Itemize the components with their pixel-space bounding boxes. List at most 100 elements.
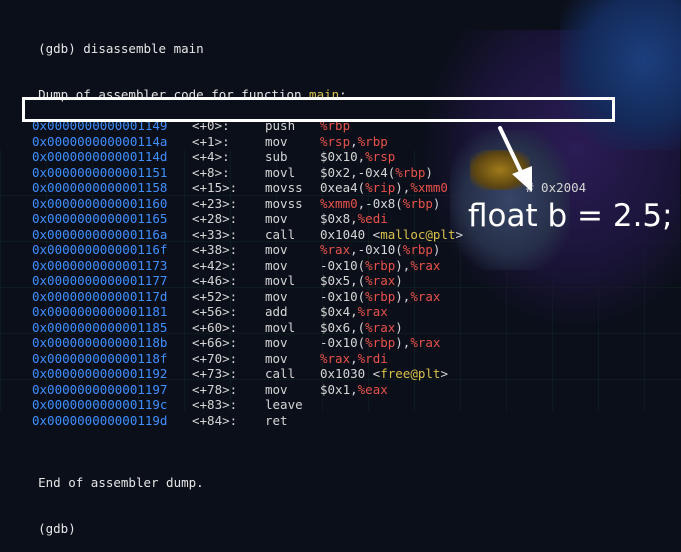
operand-text: $0x4, [320, 304, 358, 319]
gdb-terminal[interactable]: (gdb) disassemble main Dump of assembler… [8, 0, 681, 537]
operand-text: ,-0x10( [350, 242, 403, 257]
instruction-address: 0x0000000000001177 [32, 273, 168, 288]
register-operand: %rbp [365, 335, 396, 350]
operand-text: -0x10( [320, 335, 366, 350]
instruction-row: 0x000000000000119d <+84>: ret [8, 413, 681, 429]
instruction-mnemonic: call [265, 226, 296, 242]
instruction-mnemonic: movss [265, 195, 303, 211]
instruction-address: 0x000000000000119d [32, 412, 168, 428]
instruction-offset: <+33>: [192, 226, 238, 242]
register-operand: %xmm0 [320, 195, 358, 211]
instruction-operands: 0xea4(%rip),%xmm0 [320, 180, 448, 196]
instruction-address: 0x0000000000001158 [32, 180, 168, 195]
operand-text: ) [425, 164, 433, 180]
instruction-row: 0x0000000000001197 <+78>: mov $0x1,%eax [8, 382, 681, 398]
operand-text: , [350, 350, 358, 366]
instruction-row: 0x0000000000001192 <+73>: call 0x1030 <free… [8, 366, 681, 382]
instruction-mnemonic: movl [265, 319, 296, 335]
instruction-offset: <+83>: [192, 397, 238, 412]
register-operand: %rax [365, 273, 396, 288]
instruction-offset: <+38>: [192, 242, 238, 257]
instruction-mnemonic: mov [265, 350, 288, 366]
dump-header-line: Dump of assembler code for function main… [8, 72, 681, 102]
instruction-row: 0x0000000000001158 <+15>: movss 0xea4(%rip)… [8, 180, 681, 196]
arrow-icon [498, 126, 532, 192]
gdb-prompt-line: (gdb) [8, 506, 681, 536]
instruction-address: 0x000000000000118f [32, 350, 168, 366]
instruction-offset: <+23>: [192, 195, 238, 211]
instruction-address: 0x000000000000114a [32, 133, 168, 149]
register-operand: %rip [365, 180, 396, 195]
register-operand: %xmm0 [410, 180, 448, 195]
operand-text: 0x1030 < [320, 366, 381, 381]
instruction-mnemonic: ret [265, 412, 288, 428]
instruction-list: 0x0000000000001149 <+0>: push %rbp 0x0000000… [8, 118, 681, 428]
register-operand: %rax [320, 350, 351, 366]
instruction-address: 0x000000000000119c [32, 397, 168, 412]
register-operand: %eax [357, 381, 388, 397]
register-operand: %edi [357, 211, 388, 226]
instruction-mnemonic: mov [265, 211, 288, 226]
operand-text: ), [395, 288, 411, 304]
operand-text: , [350, 133, 358, 149]
dump-end-line: End of assembler dump. [8, 459, 681, 490]
instruction-row: 0x000000000000118f <+70>: mov %rax,%rdi [8, 351, 681, 367]
operand-text: $0x5,( [320, 273, 366, 288]
operand-text: ), [395, 257, 411, 273]
instruction-address: 0x000000000000114d [32, 149, 168, 164]
instruction-offset: <+46>: [192, 273, 238, 288]
instruction-mnemonic: movss [265, 180, 303, 195]
operand-text: $0x2,-0x4( [320, 164, 396, 180]
instruction-address: 0x0000000000001185 [32, 319, 168, 335]
instruction-row: 0x000000000000118b <+66>: mov -0x10(%rbp),%… [8, 335, 681, 351]
register-operand: %rbp [365, 257, 396, 273]
instruction-row: 0x000000000000114d <+4>: sub $0x10,%rsp [8, 149, 681, 165]
instruction-mnemonic: leave [265, 397, 303, 412]
instruction-offset: <+28>: [192, 211, 238, 226]
operand-text: -0x10( [320, 288, 366, 304]
instruction-address: 0x0000000000001173 [32, 257, 168, 273]
instruction-operands: $0x4,%rax [320, 304, 388, 320]
symbol-operand: malloc@plt [380, 226, 456, 242]
instruction-operands: -0x10(%rbp),%rax [320, 258, 440, 274]
instruction-offset: <+1>: [192, 133, 230, 149]
instruction-mnemonic: mov [265, 242, 288, 257]
instruction-offset: <+52>: [192, 288, 238, 304]
symbol-operand: free@plt [380, 366, 441, 381]
register-operand: %rdi [357, 350, 388, 366]
instruction-address: 0x0000000000001197 [32, 381, 168, 397]
instruction-operands: 0x1040 <malloc@plt> [320, 227, 463, 243]
instruction-offset: <+42>: [192, 257, 238, 273]
instruction-row: 0x0000000000001177 <+46>: movl $0x5,(%rax) [8, 273, 681, 289]
instruction-operands: %rax,%rdi [320, 351, 388, 367]
register-operand: %rsp [320, 133, 351, 149]
instruction-row: 0x000000000000117d <+52>: mov -0x10(%rbp),%… [8, 289, 681, 305]
instruction-row: 0x000000000000114a <+1>: mov %rsp,%rbp [8, 134, 681, 150]
instruction-offset: <+4>: [192, 149, 230, 164]
instruction-operands: $0x10,%rsp [320, 149, 395, 165]
register-operand: %rax [365, 319, 396, 335]
operand-text: $0x10, [320, 149, 366, 164]
operand-text: ,-0x8( [357, 195, 403, 211]
instruction-row: 0x0000000000001185 <+60>: movl $0x6,(%rax) [8, 320, 681, 336]
instruction-mnemonic: movl [265, 164, 296, 180]
instruction-operands: %rsp,%rbp [320, 134, 388, 150]
register-operand: %rbp [402, 242, 433, 257]
gdb-command-line: (gdb) disassemble main [8, 25, 681, 56]
instruction-row: 0x0000000000001151 <+8>: movl $0x2,-0x4(%rb… [8, 165, 681, 181]
instruction-row: 0x0000000000001173 <+42>: mov -0x10(%rbp),%… [8, 258, 681, 274]
highlight-box [22, 97, 615, 122]
instruction-offset: <+66>: [192, 335, 238, 350]
register-operand: %rbp [365, 288, 396, 304]
instruction-offset: <+73>: [192, 366, 238, 381]
instruction-address: 0x000000000000116a [32, 226, 168, 242]
operand-text: ), [395, 335, 411, 350]
instruction-offset: <+78>: [192, 381, 238, 397]
instruction-row: 0x000000000000119c <+83>: leave [8, 397, 681, 413]
instruction-mnemonic: add [265, 304, 288, 319]
instruction-row: 0x000000000000116f <+38>: mov %rax,-0x10(%r… [8, 242, 681, 258]
operand-text: > [440, 366, 448, 381]
instruction-operands: -0x10(%rbp),%rax [320, 289, 440, 305]
register-operand: %rbp [402, 195, 433, 211]
operand-text: > [455, 226, 464, 242]
